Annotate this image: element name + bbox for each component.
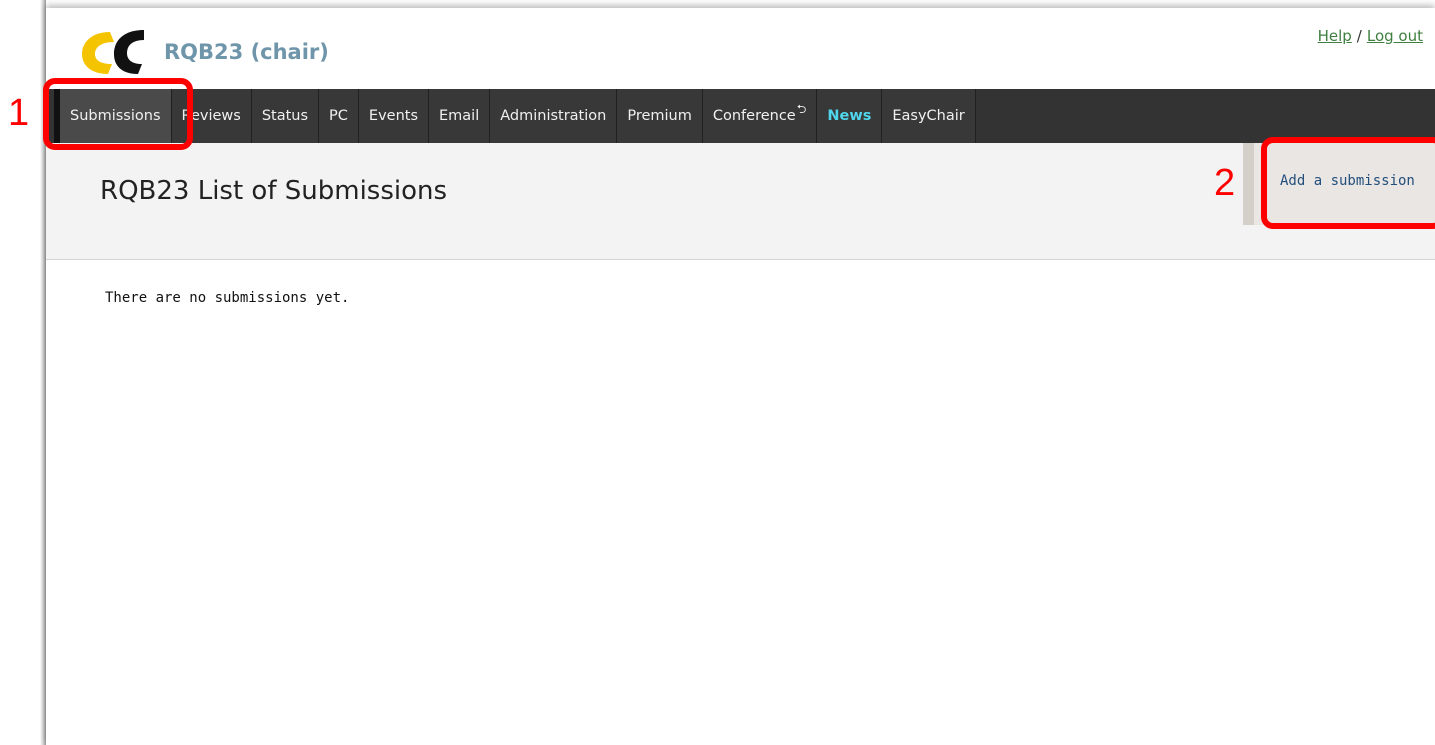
menu-item-premium[interactable]: Premium	[617, 89, 703, 143]
annotation-box-2	[1261, 137, 1435, 229]
menu-item-news[interactable]: News	[817, 89, 883, 143]
refresh-arrow-icon: ⮌	[796, 101, 807, 116]
menu-item-pc[interactable]: PC	[319, 89, 359, 143]
menu-item-easychair[interactable]: EasyChair	[882, 89, 976, 143]
menu-item-events[interactable]: Events	[358, 89, 429, 143]
help-link[interactable]: Help	[1318, 27, 1352, 45]
link-separator: /	[1356, 27, 1362, 45]
annotation-label-1: 1	[8, 92, 30, 134]
page-title: RQB23 List of Submissions	[100, 176, 448, 206]
menu-item-conference[interactable]: Conference ⮌	[702, 89, 818, 143]
logout-link[interactable]: Log out	[1367, 27, 1423, 45]
annotation-label-2: 2	[1214, 162, 1236, 204]
browser-window: RQB23 (chair) Help / Log out Submissions R…	[46, 8, 1435, 745]
easychair-logo	[82, 30, 144, 74]
menu-item-administration[interactable]: Administration	[490, 89, 618, 143]
conference-title: RQB23 (chair)	[164, 40, 329, 64]
annotation-box-1	[43, 78, 193, 150]
menu-item-email[interactable]: Email	[429, 89, 491, 143]
main-menu-bar: Submissions Reviews Status PC Events Ema…	[46, 89, 1435, 143]
menu-item-status[interactable]: Status	[251, 89, 320, 143]
empty-message: There are no submissions yet.	[105, 290, 350, 306]
top-links: Help / Log out	[1318, 27, 1423, 45]
